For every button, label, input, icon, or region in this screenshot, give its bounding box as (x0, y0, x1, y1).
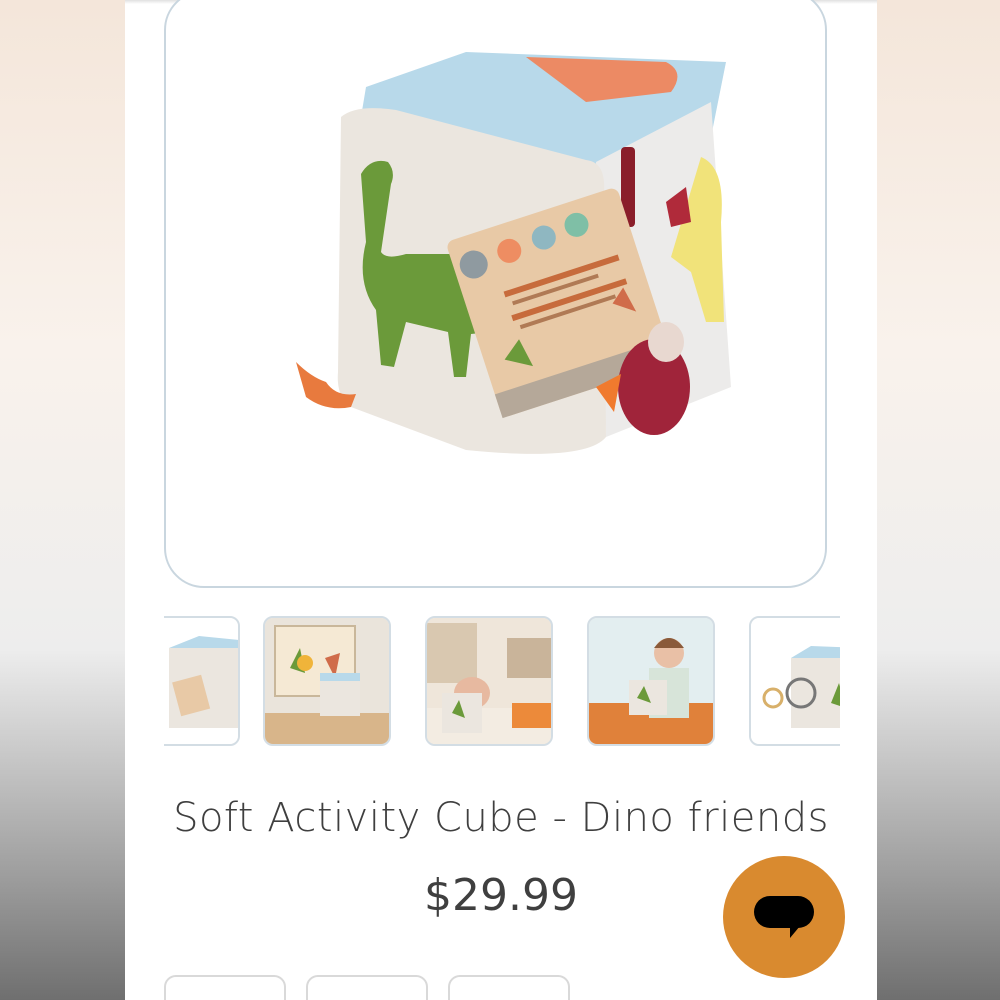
product-title: Soft Activity Cube - Dino friends (173, 795, 829, 841)
main-product-image[interactable] (164, 0, 827, 588)
chat-button[interactable] (723, 856, 845, 978)
thumbnail-cube-side-ring[interactable] (749, 616, 840, 746)
thumbnail-carousel (164, 612, 840, 752)
variant-option-1[interactable] (164, 975, 286, 1000)
background-left (0, 0, 125, 1000)
thumbnail-baby-with-cube[interactable] (425, 616, 553, 746)
thumbnail-girl-with-cube[interactable] (587, 616, 715, 746)
chat-bubble-icon (754, 896, 814, 938)
thumbnail-cube-closeup[interactable] (164, 616, 240, 746)
thumbnail-cube-with-poster[interactable] (263, 616, 391, 746)
background-right (875, 0, 1000, 1000)
product-page: Soft Activity Cube - Dino friends $29.99 (125, 0, 877, 1000)
variant-option-2[interactable] (306, 975, 428, 1000)
variant-option-3[interactable] (448, 975, 570, 1000)
